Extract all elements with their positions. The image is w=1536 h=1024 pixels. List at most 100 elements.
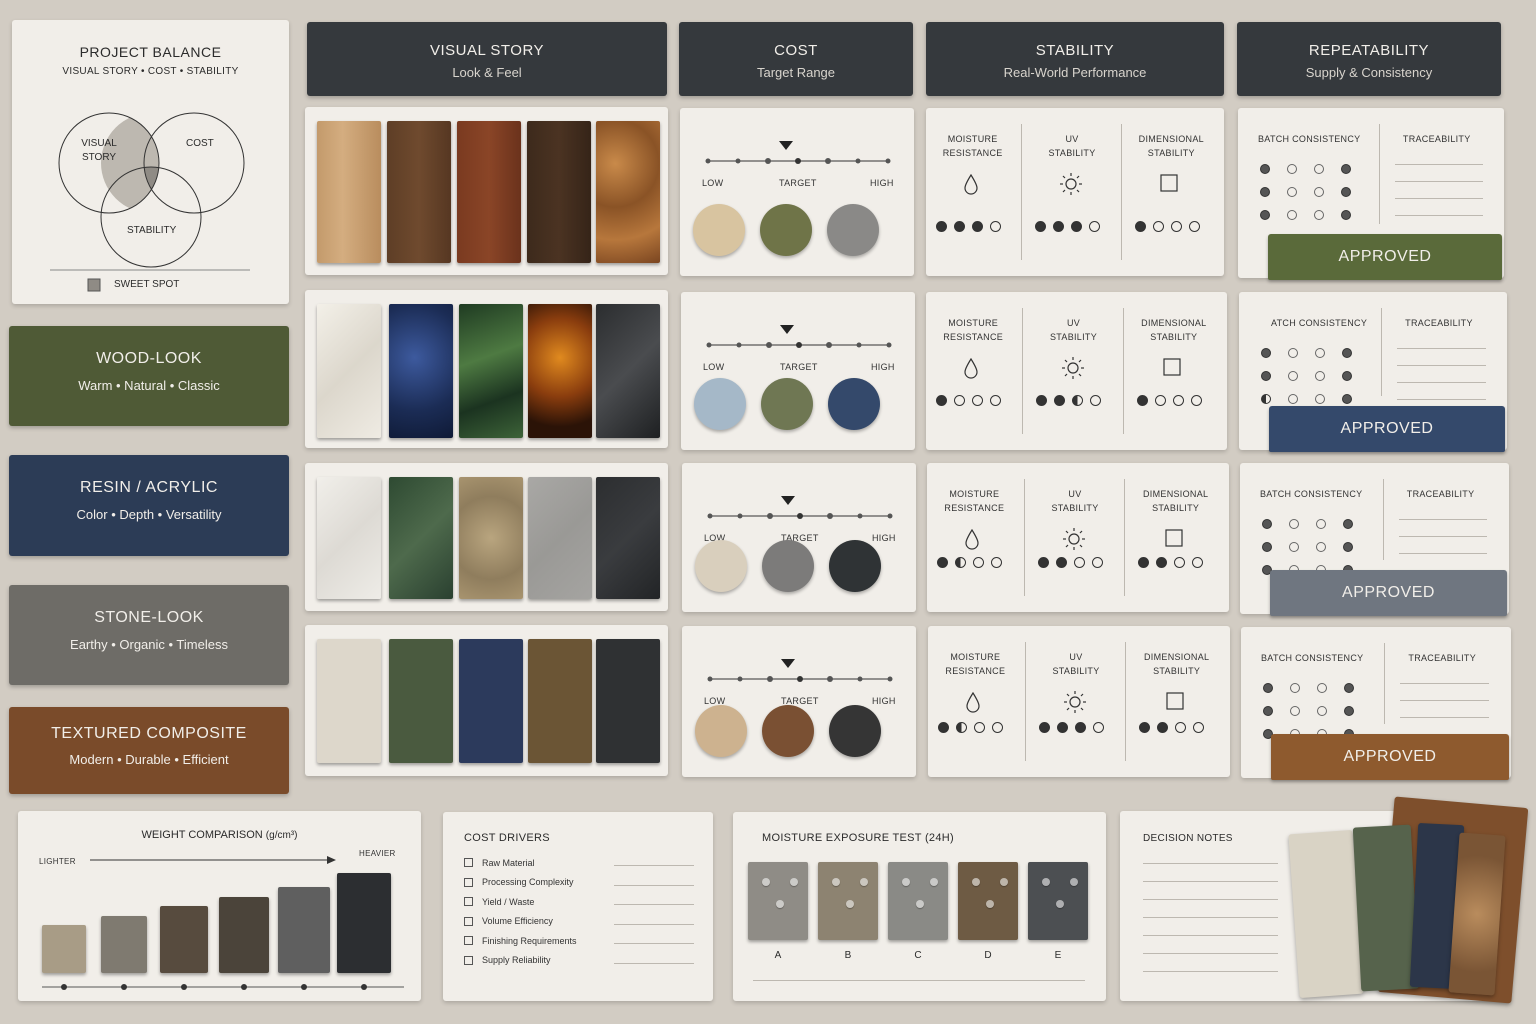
traceability-line[interactable] — [1394, 164, 1483, 165]
category-tagline: Color • Depth • Versatility — [76, 507, 222, 522]
cost-high-label: HIGH — [872, 533, 896, 543]
category-resin-acrylic[interactable]: RESIN / ACRYLIC Color • Depth • Versatil… — [9, 455, 289, 556]
cost-driver-item[interactable]: Supply Reliability — [464, 951, 694, 971]
water-droplet-icon — [986, 900, 994, 908]
cost-driver-item[interactable]: Raw Material — [464, 853, 694, 873]
cost-sample-chip[interactable] — [829, 540, 881, 592]
checkbox[interactable] — [464, 877, 473, 887]
traceability-line[interactable] — [1397, 399, 1486, 400]
swatch-charcoal-texture[interactable] — [596, 639, 660, 763]
cost-sample-chip[interactable] — [827, 204, 879, 256]
uv-stability-label: UV STABILITY — [1052, 652, 1100, 676]
approved-tab[interactable]: APPROVED — [1269, 406, 1505, 452]
swatch-pearl-white[interactable] — [317, 304, 381, 438]
weight-axis-dot — [121, 984, 127, 990]
cost-sample-chip[interactable] — [695, 705, 747, 757]
water-drop-icon — [962, 690, 984, 714]
approved-tab[interactable]: APPROVED — [1270, 570, 1507, 616]
swatch-moss-texture[interactable] — [389, 639, 453, 763]
moisture-sample-tile[interactable] — [748, 862, 808, 940]
batch-consistency-label: BATCH CONSISTENCY — [1260, 489, 1363, 499]
traceability-line[interactable] — [1398, 553, 1488, 554]
moisture-resistance-rating — [937, 554, 1009, 572]
traceability-line[interactable] — [1400, 683, 1490, 684]
cost-driver-item[interactable]: Volume Efficiency — [464, 912, 694, 932]
weight-axis-dot — [241, 984, 247, 990]
swatch-burl[interactable] — [596, 121, 660, 263]
cost-sample-chip[interactable] — [761, 378, 813, 430]
swatch-light-oak[interactable] — [317, 121, 381, 263]
batch-dot-row — [1260, 183, 1368, 201]
water-drop-icon — [960, 172, 982, 196]
checkbox[interactable] — [464, 955, 473, 965]
swatch-tortoise[interactable] — [528, 304, 592, 438]
checkbox[interactable] — [464, 858, 473, 868]
notes-line[interactable] — [1143, 863, 1278, 864]
notes-line[interactable] — [1143, 881, 1278, 882]
category-name: STONE-LOOK — [94, 609, 204, 626]
swatch-green-marble[interactable] — [389, 477, 453, 599]
swatch-black-marble[interactable] — [596, 304, 660, 438]
cost-driver-item[interactable]: Finishing Requirements — [464, 931, 694, 951]
batch-dot-row — [1263, 702, 1371, 720]
checkbox[interactable] — [464, 916, 473, 926]
traceability-line[interactable] — [1394, 198, 1483, 199]
notes-line[interactable] — [1143, 917, 1278, 918]
notes-line[interactable] — [1143, 935, 1278, 936]
notes-line[interactable] — [1143, 953, 1278, 954]
checkbox[interactable] — [464, 897, 473, 907]
checkbox[interactable] — [464, 936, 473, 946]
notes-line[interactable] — [1143, 971, 1278, 972]
cost-drivers-card: COST DRIVERS Raw Material Processing Comp… — [443, 812, 713, 1001]
traceability-line[interactable] — [1394, 181, 1483, 182]
cost-sample-chip[interactable] — [828, 378, 880, 430]
cost-sample-chip[interactable] — [762, 540, 814, 592]
header-subtitle: Target Range — [756, 65, 836, 80]
uv-stability-rating — [1038, 719, 1111, 737]
cost-sample-chip[interactable] — [694, 378, 746, 430]
swatch-concrete[interactable] — [528, 477, 592, 599]
cost-sample-chip[interactable] — [695, 540, 747, 592]
swatch-navy-texture[interactable] — [459, 639, 523, 763]
traceability-line[interactable] — [1398, 519, 1488, 520]
swatch-cobalt[interactable] — [389, 304, 453, 438]
cost-sample-chip[interactable] — [760, 204, 812, 256]
cost-sample-chip[interactable] — [829, 705, 881, 757]
traceability-line[interactable] — [1400, 717, 1490, 718]
notes-line[interactable] — [1143, 899, 1278, 900]
approved-tab[interactable]: APPROVED — [1271, 734, 1509, 780]
swatch-emerald-swirl[interactable] — [459, 304, 523, 438]
swatch-slate[interactable] — [596, 477, 660, 599]
swatch-walnut[interactable] — [387, 121, 451, 263]
traceability-line[interactable] — [1397, 348, 1486, 349]
swatch-dark-walnut[interactable] — [527, 121, 591, 263]
traceability-line[interactable] — [1398, 536, 1488, 537]
category-textured-composite[interactable]: TEXTURED COMPOSITE Modern • Durable • Ef… — [9, 707, 289, 794]
traceability-line[interactable] — [1394, 215, 1483, 216]
moisture-sample-tile[interactable] — [1028, 862, 1088, 940]
moisture-sample-tile[interactable] — [818, 862, 878, 940]
category-wood-look[interactable]: WOOD-LOOK Warm • Natural • Classic — [9, 326, 289, 426]
cost-sample-chip[interactable] — [762, 705, 814, 757]
category-stone-look[interactable]: STONE-LOOK Earthy • Organic • Timeless — [9, 585, 289, 685]
cost-sample-chip[interactable] — [693, 204, 745, 256]
moisture-sample-label: E — [1054, 950, 1062, 961]
approved-tab[interactable]: APPROVED — [1268, 234, 1502, 280]
moisture-sample-tile[interactable] — [958, 862, 1018, 940]
swatch-white-marble[interactable] — [317, 477, 381, 599]
cost-driver-item[interactable]: Processing Complexity — [464, 873, 694, 893]
traceability-line[interactable] — [1400, 700, 1490, 701]
swatch-bronze-texture[interactable] — [528, 639, 592, 763]
swatch-cherry[interactable] — [457, 121, 521, 263]
repeatability-card-resin: ATCH CONSISTENCY TRACEABILITY APPROVED — [1239, 292, 1507, 452]
swatch-granite[interactable] — [459, 477, 523, 599]
cost-driver-item[interactable]: Yield / Waste — [464, 892, 694, 912]
category-tagline: Earthy • Organic • Timeless — [70, 637, 228, 652]
traceability-line[interactable] — [1397, 382, 1486, 383]
uv-stability-rating — [1037, 554, 1110, 572]
dimensional-stability-label: DIMENSIONAL STABILITY — [1141, 318, 1207, 342]
swatch-linen-texture[interactable] — [317, 639, 381, 763]
traceability-line[interactable] — [1397, 365, 1486, 366]
cost-card-resin: LOW TARGET HIGH — [681, 292, 915, 450]
moisture-sample-tile[interactable] — [888, 862, 948, 940]
